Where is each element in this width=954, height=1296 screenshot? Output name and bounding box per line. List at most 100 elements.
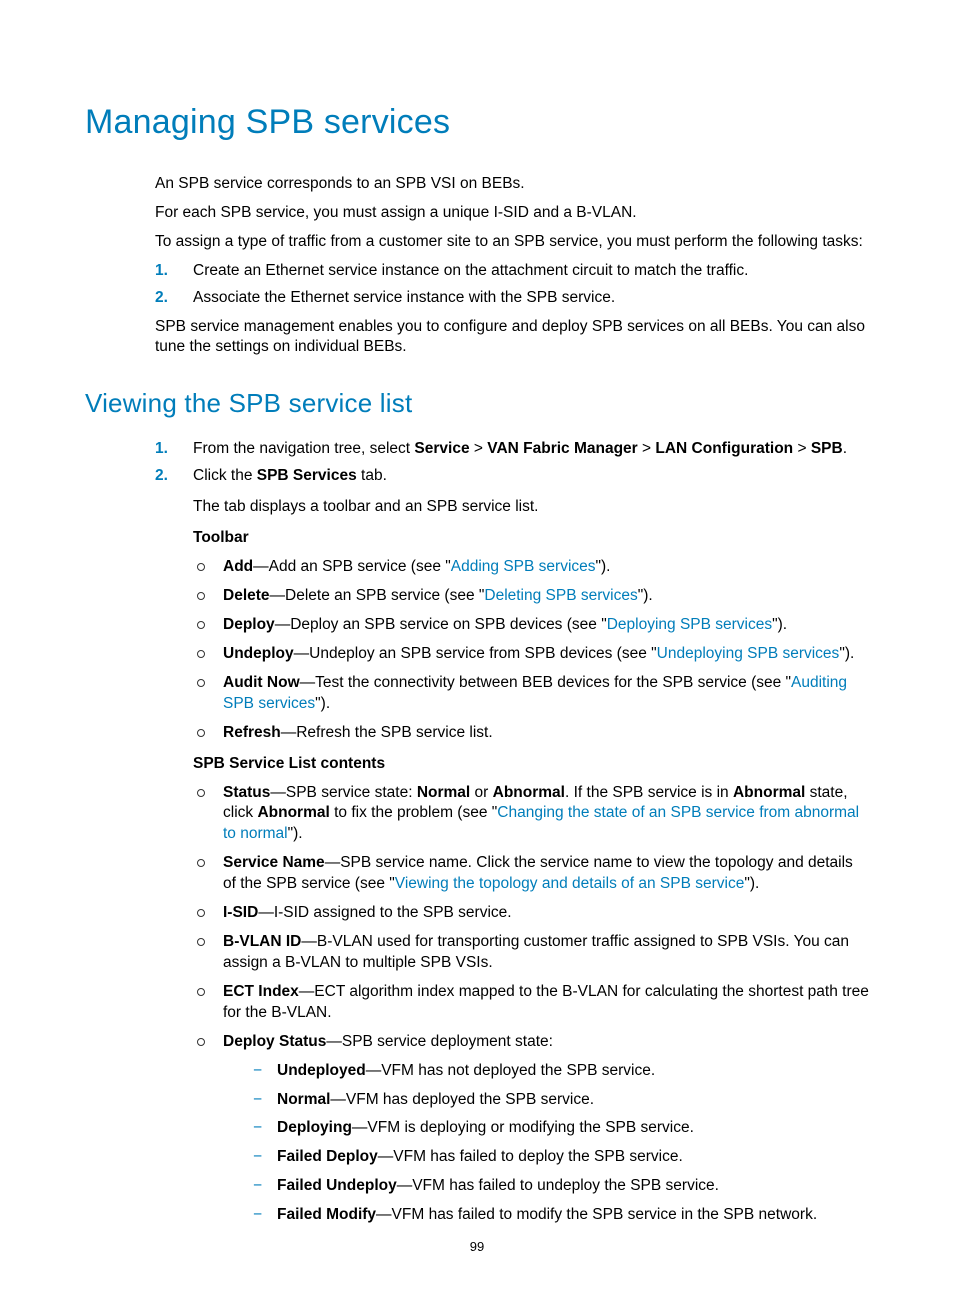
separator: > — [638, 440, 656, 457]
toolbar-list: Add—Add an SPB service (see "Adding SPB … — [193, 557, 869, 743]
term: Add — [223, 558, 253, 575]
text: . If the SPB service is in — [565, 784, 733, 801]
term: Failed Modify — [277, 1206, 376, 1223]
list-marker: 2. — [155, 288, 183, 309]
ordered-list: 1. From the navigation tree, select Serv… — [155, 439, 869, 1226]
deploy-states-list: Undeployed—VFM has not deployed the SPB … — [247, 1061, 869, 1227]
text: "). — [288, 825, 303, 842]
term: Status — [223, 784, 270, 801]
text: "). — [596, 558, 611, 575]
breadcrumb-item: Service — [414, 440, 469, 457]
list-marker: 1. — [155, 439, 183, 460]
paragraph: SPB service management enables you to co… — [155, 317, 869, 359]
term: ECT Index — [223, 983, 299, 1000]
nav-path: From the navigation tree, select Service… — [193, 440, 847, 457]
term: Normal — [417, 784, 470, 801]
ordered-list: 1. Create an Ethernet service instance on… — [155, 261, 869, 309]
link[interactable]: Undeploying SPB services — [657, 645, 840, 662]
term: Deploy Status — [223, 1033, 326, 1050]
term: Normal — [277, 1091, 330, 1108]
paragraph: To assign a type of traffic from a custo… — [155, 232, 869, 253]
breadcrumb-item: LAN Configuration — [655, 440, 793, 457]
separator: > — [470, 440, 488, 457]
text: tab. — [357, 467, 387, 484]
text: —VFM has failed to deploy the SPB servic… — [378, 1148, 683, 1165]
list-item: Refresh—Refresh the SPB service list. — [193, 723, 869, 744]
text: —VFM has not deployed the SPB service. — [366, 1062, 655, 1079]
link[interactable]: Deleting SPB services — [484, 587, 637, 604]
term: I-SID — [223, 904, 258, 921]
text: "). — [839, 645, 854, 662]
list-item: Audit Now—Test the connectivity between … — [193, 673, 869, 715]
term: B-VLAN ID — [223, 933, 301, 950]
page: Managing SPB services An SPB service cor… — [0, 0, 954, 1296]
list-item: Normal—VFM has deployed the SPB service. — [247, 1090, 869, 1111]
text: —VFM has failed to modify the SPB servic… — [376, 1206, 817, 1223]
breadcrumb-item: VAN Fabric Manager — [487, 440, 637, 457]
text: —SPB service state: — [270, 784, 416, 801]
steps-block: 1. From the navigation tree, select Serv… — [155, 439, 869, 1226]
text: "). — [315, 695, 330, 712]
link[interactable]: Viewing the topology and details of an S… — [395, 875, 745, 892]
term: Undeploy — [223, 645, 294, 662]
list-text: Associate the Ethernet service instance … — [193, 289, 615, 306]
list-item: I-SID—I-SID assigned to the SPB service. — [193, 903, 869, 924]
paragraph: The tab displays a toolbar and an SPB se… — [193, 497, 869, 518]
text: —I-SID assigned to the SPB service. — [258, 904, 511, 921]
term: Delete — [223, 587, 270, 604]
term: Failed Undeploy — [277, 1177, 397, 1194]
list-item: 1. Create an Ethernet service instance on… — [155, 261, 869, 282]
link[interactable]: Deploying SPB services — [607, 616, 772, 633]
text: "). — [638, 587, 653, 604]
text: to fix the problem (see " — [330, 804, 497, 821]
text: —Undeploy an SPB service from SPB device… — [294, 645, 657, 662]
text: From the navigation tree, select — [193, 440, 414, 457]
term: Undeployed — [277, 1062, 366, 1079]
link[interactable]: Adding SPB services — [451, 558, 596, 575]
term: Failed Deploy — [277, 1148, 378, 1165]
term: Abnormal — [733, 784, 805, 801]
paragraph: An SPB service corresponds to an SPB VSI… — [155, 174, 869, 195]
text: —Refresh the SPB service list. — [281, 724, 493, 741]
list-item: Add—Add an SPB service (see "Adding SPB … — [193, 557, 869, 578]
step-text: Click the SPB Services tab. — [193, 467, 387, 484]
list-item: Delete—Delete an SPB service (see "Delet… — [193, 586, 869, 607]
list-item: Undeploy—Undeploy an SPB service from SP… — [193, 644, 869, 665]
heading-2: Viewing the SPB service list — [85, 386, 869, 421]
text: or — [470, 784, 492, 801]
text: —VFM has failed to undeploy the SPB serv… — [397, 1177, 719, 1194]
list-marker: 2. — [155, 466, 183, 487]
list-text: Create an Ethernet service instance on t… — [193, 262, 748, 279]
list-item: Deploying—VFM is deploying or modifying … — [247, 1118, 869, 1139]
breadcrumb-item: SPB — [811, 440, 843, 457]
tab-name: SPB Services — [257, 467, 357, 484]
list-item: ECT Index—ECT algorithm index mapped to … — [193, 982, 869, 1024]
text: —Add an SPB service (see " — [253, 558, 451, 575]
term: Refresh — [223, 724, 281, 741]
list-item: 2. Associate the Ethernet service instanc… — [155, 288, 869, 309]
subheading-toolbar: Toolbar — [193, 528, 869, 549]
text: —ECT algorithm index mapped to the B-VLA… — [223, 983, 869, 1021]
list-item: Failed Deploy—VFM has failed to deploy t… — [247, 1147, 869, 1168]
text: —Deploy an SPB service on SPB devices (s… — [275, 616, 607, 633]
text: —B-VLAN used for transporting customer t… — [223, 933, 849, 971]
text: —Test the connectivity between BEB devic… — [300, 674, 791, 691]
term: Deploy — [223, 616, 275, 633]
subheading-list-contents: SPB Service List contents — [193, 754, 869, 775]
term: Audit Now — [223, 674, 300, 691]
page-number: 99 — [0, 1238, 954, 1256]
text: —VFM is deploying or modifying the SPB s… — [352, 1119, 694, 1136]
text: —SPB service deployment state: — [326, 1033, 553, 1050]
paragraph: For each SPB service, you must assign a … — [155, 203, 869, 224]
list-item: Deploy Status—SPB service deployment sta… — [193, 1032, 869, 1226]
separator: > — [793, 440, 811, 457]
list-item: Undeployed—VFM has not deployed the SPB … — [247, 1061, 869, 1082]
term: Abnormal — [257, 804, 329, 821]
list-item: Deploy—Deploy an SPB service on SPB devi… — [193, 615, 869, 636]
list-item: Status—SPB service state: Normal or Abno… — [193, 783, 869, 846]
list-item: 1. From the navigation tree, select Serv… — [155, 439, 869, 460]
list-marker: 1. — [155, 261, 183, 282]
term: Service Name — [223, 854, 325, 871]
list-item: Service Name—SPB service name. Click the… — [193, 853, 869, 895]
text: —VFM has deployed the SPB service. — [330, 1091, 594, 1108]
